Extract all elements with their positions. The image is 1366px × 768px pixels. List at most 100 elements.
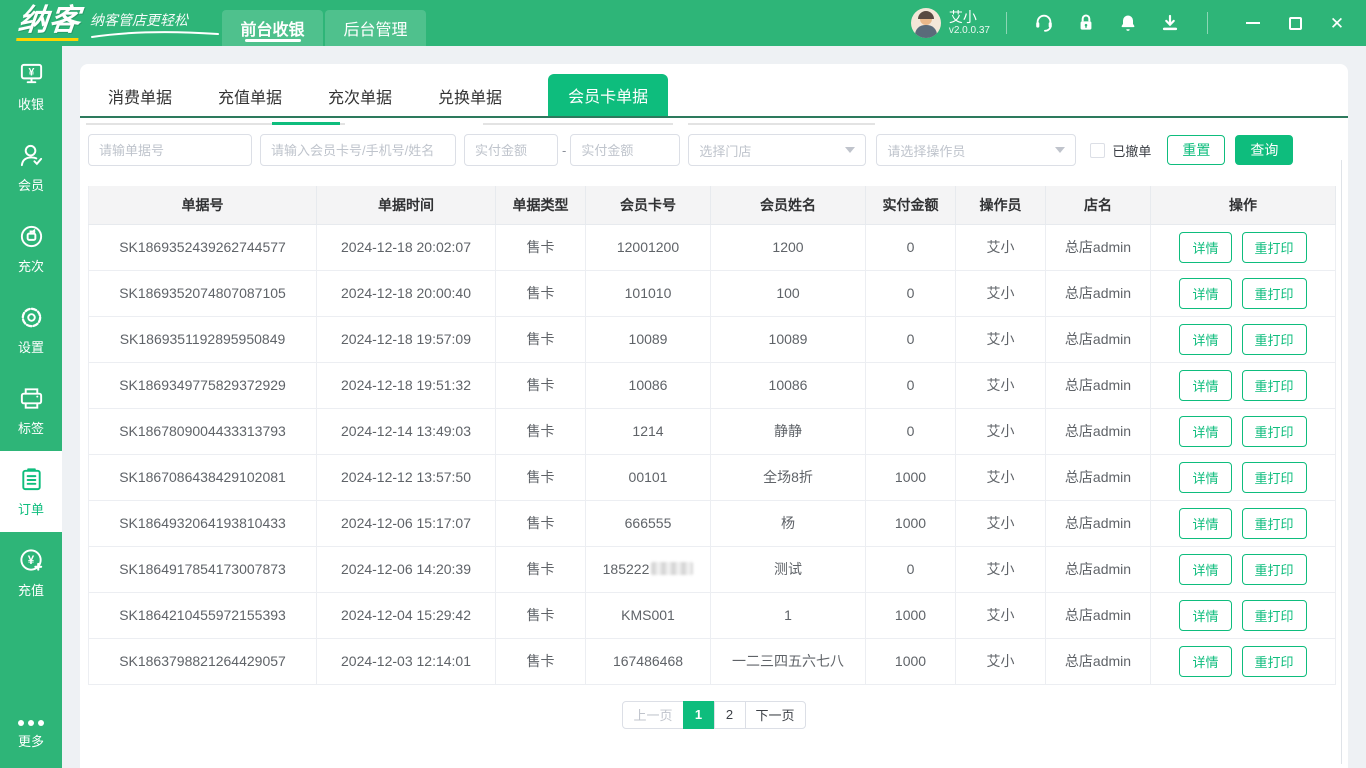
page-button-2[interactable]: 2: [714, 701, 746, 729]
reprint-button[interactable]: 重打印: [1242, 462, 1307, 493]
reprint-button[interactable]: 重打印: [1242, 554, 1307, 585]
operator-select[interactable]: 请选择操作员: [876, 134, 1076, 166]
detail-button[interactable]: 详情: [1179, 324, 1231, 355]
cell-paid-amount: 1000: [866, 500, 956, 546]
sidebar-item-recharge[interactable]: ¥ 充值: [0, 532, 62, 613]
receipts-table: 单据号单据时间单据类型会员卡号会员姓名实付金额操作员店名操作 SK1869352…: [88, 186, 1336, 685]
amount-min-input[interactable]: [464, 134, 558, 166]
tabs-horizontal-scrollbar[interactable]: [80, 118, 1348, 130]
page-button-1[interactable]: 1: [683, 701, 715, 729]
sidebar-item-cashier[interactable]: ¥ 收银: [0, 46, 62, 127]
sidebar-item-label: 收银: [18, 94, 44, 113]
sidebar: ¥ 收银 会员 充次 设置 标签 订单 ¥: [0, 46, 62, 768]
table-header-row: 单据号单据时间单据类型会员卡号会员姓名实付金额操作员店名操作: [89, 186, 1336, 224]
reprint-button[interactable]: 重打印: [1242, 600, 1307, 631]
divider: [1207, 12, 1208, 34]
column-header: 实付金额: [866, 186, 956, 224]
tab-consume-receipts[interactable]: 消费单据: [108, 76, 172, 116]
recharge-times-icon: [18, 223, 45, 250]
cell-store-name: 总店admin: [1046, 316, 1151, 362]
bell-icon[interactable]: [1117, 12, 1139, 34]
cell-receipt-no: SK1864917854173007873: [89, 546, 317, 592]
next-page-button[interactable]: 下一页: [745, 701, 806, 729]
amount-max-input[interactable]: [570, 134, 680, 166]
sidebar-item-member[interactable]: 会员: [0, 127, 62, 208]
reprint-button[interactable]: 重打印: [1242, 324, 1307, 355]
detail-button[interactable]: 详情: [1179, 370, 1231, 401]
tab-membercard-receipts[interactable]: 会员卡单据: [548, 74, 668, 116]
tab-exchange-receipts[interactable]: 兑换单据: [438, 76, 502, 116]
sidebar-item-label: 充值: [18, 580, 44, 599]
vertical-scrollbar[interactable]: [1341, 160, 1342, 764]
cell-receipt-time: 2024-12-18 20:02:07: [317, 224, 496, 270]
sidebar-item-label-print[interactable]: 标签: [0, 370, 62, 451]
reprint-button[interactable]: 重打印: [1242, 646, 1307, 677]
detail-button[interactable]: 详情: [1179, 232, 1231, 263]
cell-receipt-type: 售卡: [496, 408, 586, 454]
minimize-button[interactable]: [1240, 10, 1266, 36]
chevron-down-icon: [1055, 147, 1065, 153]
receipt-no-input[interactable]: [88, 134, 252, 166]
cell-member-name: 一二三四五六七八: [711, 638, 866, 684]
detail-button[interactable]: 详情: [1179, 646, 1231, 677]
search-button[interactable]: 查询: [1235, 135, 1293, 165]
detail-button[interactable]: 详情: [1179, 416, 1231, 447]
sidebar-item-settings[interactable]: 设置: [0, 289, 62, 370]
lock-icon[interactable]: [1075, 12, 1097, 34]
svg-text:¥: ¥: [28, 66, 34, 78]
nav-tab-front-cashier[interactable]: 前台收银: [222, 10, 323, 46]
voided-checkbox-label: 已撤单: [1112, 141, 1151, 160]
detail-button[interactable]: 详情: [1179, 600, 1231, 631]
cell-receipt-time: 2024-12-18 19:51:32: [317, 362, 496, 408]
reprint-button[interactable]: 重打印: [1242, 508, 1307, 539]
tab-times-receipts[interactable]: 充次单据: [328, 76, 392, 116]
sidebar-item-orders[interactable]: 订单: [0, 451, 62, 532]
pagination: 上一页 1 2 下一页: [80, 701, 1348, 729]
cell-receipt-time: 2024-12-06 14:20:39: [317, 546, 496, 592]
avatar[interactable]: [911, 8, 941, 38]
table-row: SK18649178541730078732024-12-06 14:20:39…: [89, 546, 1336, 592]
sidebar-item-label: 标签: [18, 418, 44, 437]
tab-recharge-receipts[interactable]: 充值单据: [218, 76, 282, 116]
voided-checkbox[interactable]: [1090, 143, 1105, 158]
cell-card-no: 10086: [586, 362, 711, 408]
cell-card-no: 10089: [586, 316, 711, 362]
cell-paid-amount: 0: [866, 270, 956, 316]
cell-paid-amount: 1000: [866, 454, 956, 500]
service-icon[interactable]: [1033, 12, 1055, 34]
app-logo: 纳客 纳客管店更轻松: [0, 6, 222, 41]
cell-actions: 详情重打印: [1151, 638, 1336, 684]
cell-card-no: KMS001: [586, 592, 711, 638]
cell-store-name: 总店admin: [1046, 592, 1151, 638]
sidebar-item-recharge-times[interactable]: 充次: [0, 208, 62, 289]
download-icon[interactable]: [1159, 12, 1181, 34]
sidebar-item-label: 会员: [18, 175, 44, 194]
recharge-icon: ¥: [18, 547, 45, 574]
detail-button[interactable]: 详情: [1179, 554, 1231, 585]
cell-operator: 艾小: [956, 592, 1046, 638]
cell-actions: 详情重打印: [1151, 316, 1336, 362]
column-header: 单据时间: [317, 186, 496, 224]
detail-button[interactable]: 详情: [1179, 508, 1231, 539]
close-button[interactable]: ✕: [1324, 10, 1350, 36]
orders-icon: [18, 466, 45, 493]
detail-button[interactable]: 详情: [1179, 462, 1231, 493]
maximize-button[interactable]: [1282, 10, 1308, 36]
reprint-button[interactable]: 重打印: [1242, 416, 1307, 447]
content-card: 消费单据 充值单据 充次单据 兑换单据 会员卡单据 - 选择门店 请选择操作员: [80, 64, 1348, 768]
main-content: 消费单据 充值单据 充次单据 兑换单据 会员卡单据 - 选择门店 请选择操作员: [62, 46, 1366, 768]
sidebar-item-more[interactable]: 更多: [0, 702, 62, 768]
cell-receipt-time: 2024-12-18 20:00:40: [317, 270, 496, 316]
member-search-input[interactable]: [260, 134, 456, 166]
store-select[interactable]: 选择门店: [688, 134, 866, 166]
reprint-button[interactable]: 重打印: [1242, 278, 1307, 309]
nav-tab-label: 后台管理: [343, 16, 407, 40]
nav-tab-backend-admin[interactable]: 后台管理: [325, 10, 426, 46]
reprint-button[interactable]: 重打印: [1242, 370, 1307, 401]
reset-button[interactable]: 重置: [1167, 135, 1225, 165]
cell-actions: 详情重打印: [1151, 362, 1336, 408]
detail-button[interactable]: 详情: [1179, 278, 1231, 309]
prev-page-button[interactable]: 上一页: [622, 701, 683, 729]
scroll-thumb[interactable]: [272, 122, 340, 125]
reprint-button[interactable]: 重打印: [1242, 232, 1307, 263]
